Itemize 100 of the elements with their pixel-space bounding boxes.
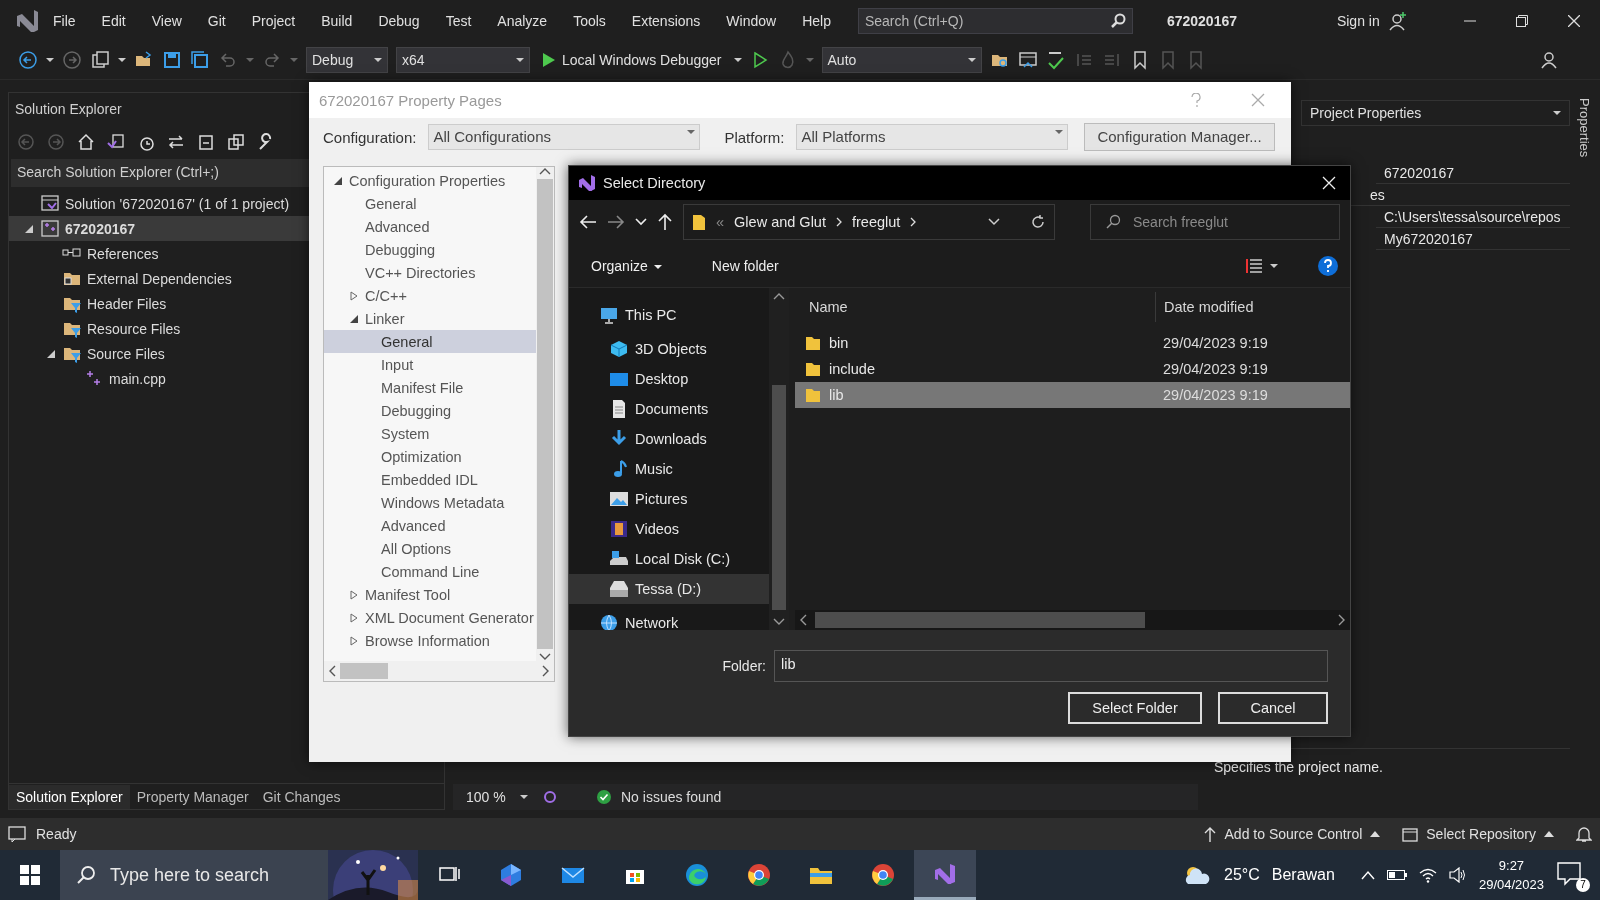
menu-item[interactable]: Edit (88, 12, 139, 29)
select-folder-button[interactable]: Select Folder (1068, 692, 1202, 724)
navigation-item[interactable]: This PC (569, 300, 769, 330)
tree-item[interactable]: All Options (324, 537, 536, 560)
menu-item[interactable]: Debug (365, 12, 433, 29)
configuration-dropdown[interactable]: All Configurations (428, 124, 701, 150)
browser-icon[interactable] (685, 863, 709, 887)
home-icon[interactable] (77, 133, 95, 151)
speaker-icon[interactable] (1448, 867, 1467, 883)
tree-item[interactable]: C/C++ (324, 284, 536, 307)
bell-icon[interactable] (1576, 825, 1592, 843)
menu-item[interactable]: Help (789, 12, 844, 29)
column-header[interactable]: Name (795, 299, 1155, 315)
clock-date[interactable]: 29/04/2023 (1478, 875, 1544, 894)
organize-button[interactable]: Organize (581, 253, 672, 278)
start-debugging-button[interactable]: Local Windows Debugger (538, 50, 726, 70)
tree-item[interactable]: Optimization (324, 445, 536, 468)
navigation-item[interactable]: Downloads (569, 424, 769, 454)
scrollbar[interactable] (769, 288, 789, 630)
vs-app-icon[interactable] (933, 861, 957, 886)
sign-in-link[interactable]: Sign in (1336, 12, 1380, 29)
tree-item[interactable]: Input (324, 353, 536, 376)
panel-tab[interactable]: Solution Explorer (9, 784, 130, 809)
wifi-icon[interactable] (1418, 867, 1437, 883)
tree-item[interactable]: Debugging (324, 238, 536, 261)
chrome-icon[interactable] (747, 863, 771, 887)
menu-item[interactable]: Analyze (484, 12, 561, 29)
caret-icon[interactable] (46, 56, 54, 64)
switch-views-icon[interactable] (107, 133, 125, 151)
configuration-manager-button[interactable]: Configuration Manager... (1084, 123, 1275, 151)
side-tab[interactable]: Properties (1578, 98, 1592, 810)
caret-icon[interactable] (520, 793, 528, 801)
undo-icon[interactable] (218, 50, 238, 70)
breadcrumb-item[interactable]: Glew and Glut (734, 214, 826, 230)
scrollbar[interactable] (536, 167, 554, 661)
restore-icon[interactable] (1516, 14, 1528, 27)
account-icon[interactable] (1387, 10, 1408, 31)
tree-item[interactable]: Linker (324, 307, 536, 330)
navigation-item[interactable]: Desktop (569, 364, 769, 394)
menu-item[interactable]: Project (238, 12, 309, 29)
redo-icon[interactable] (262, 50, 282, 70)
chevron-up-icon[interactable] (1360, 870, 1375, 880)
new-item-icon[interactable] (90, 50, 110, 70)
tree-item[interactable]: XML Document Generator (324, 606, 536, 629)
scrollbar[interactable] (324, 661, 554, 681)
taskbar-search-field[interactable]: Type here to search (60, 850, 418, 900)
notification-icon[interactable] (1556, 860, 1582, 886)
caret-icon[interactable] (733, 56, 742, 64)
properties-dropdown[interactable]: Project Properties (1301, 100, 1570, 126)
tree-item[interactable]: Manifest File (324, 376, 536, 399)
tree-item[interactable]: Debugging (324, 399, 536, 422)
menu-item[interactable]: Window (713, 12, 790, 29)
windows-start-icon[interactable] (20, 865, 40, 885)
menu-item[interactable]: Git (194, 12, 239, 29)
tree-item[interactable]: Manifest Tool (324, 583, 536, 606)
tree-item[interactable]: VC++ Directories (324, 261, 536, 284)
repository-button[interactable]: Select Repository (1402, 826, 1554, 842)
navigation-item[interactable]: 3D Objects (569, 334, 769, 364)
back-icon[interactable] (18, 50, 38, 70)
sync-icon[interactable] (167, 133, 185, 151)
forward-icon[interactable] (607, 214, 625, 230)
navigation-item[interactable]: Music (569, 454, 769, 484)
tree-item[interactable]: Windows Metadata (324, 491, 536, 514)
navigation-item[interactable]: Videos (569, 514, 769, 544)
chevron-down-icon[interactable] (988, 218, 1000, 226)
panel-tab[interactable]: Git Changes (255, 784, 348, 809)
search-field[interactable]: Search freeglut (1090, 204, 1340, 240)
help-icon[interactable] (1318, 255, 1338, 276)
caret-icon[interactable] (967, 56, 976, 64)
menu-item[interactable]: Test (432, 12, 485, 29)
caret-icon[interactable] (653, 262, 662, 271)
overflow-marker[interactable]: « (716, 214, 725, 230)
browser-window-icon[interactable] (1017, 50, 1038, 70)
clock-time[interactable]: 9:27 (1478, 856, 1544, 875)
menu-item[interactable]: Extensions (618, 12, 714, 29)
view-options-icon[interactable] (1246, 256, 1278, 275)
up-icon[interactable] (657, 213, 673, 231)
address-bar[interactable]: « Glew and Glut freeglut (683, 204, 1055, 240)
collapse-all-icon[interactable] (197, 133, 215, 151)
target-dropdown[interactable]: Auto (821, 47, 982, 73)
refresh-icon[interactable] (1030, 214, 1046, 230)
configuration-dropdown[interactable]: Debug (306, 47, 388, 73)
copy-icon[interactable] (227, 133, 245, 151)
platform-dropdown[interactable]: All Platforms (796, 124, 1069, 150)
battery-icon[interactable] (1386, 869, 1407, 881)
menu-item[interactable]: Build (308, 12, 366, 29)
platform-dropdown[interactable]: x64 (396, 47, 530, 73)
caret-icon[interactable] (516, 56, 524, 64)
recent-dropdown-icon[interactable] (635, 218, 647, 226)
menu-item[interactable]: Tools (560, 12, 619, 29)
chrome-icon[interactable] (871, 863, 895, 887)
file-row[interactable]: lib 29/04/2023 9:19 (795, 382, 1350, 408)
tree-item[interactable]: Command Line (324, 560, 536, 583)
new-folder-button[interactable]: New folder (701, 253, 789, 278)
tree-item[interactable]: Embedded IDL (324, 468, 536, 491)
menu-item[interactable]: File (40, 12, 89, 29)
save-icon[interactable] (162, 50, 182, 70)
folder-field[interactable]: lib (774, 650, 1328, 682)
search-field[interactable]: Search (Ctrl+Q) (857, 7, 1133, 34)
hexagon-app-icon[interactable] (499, 863, 523, 887)
